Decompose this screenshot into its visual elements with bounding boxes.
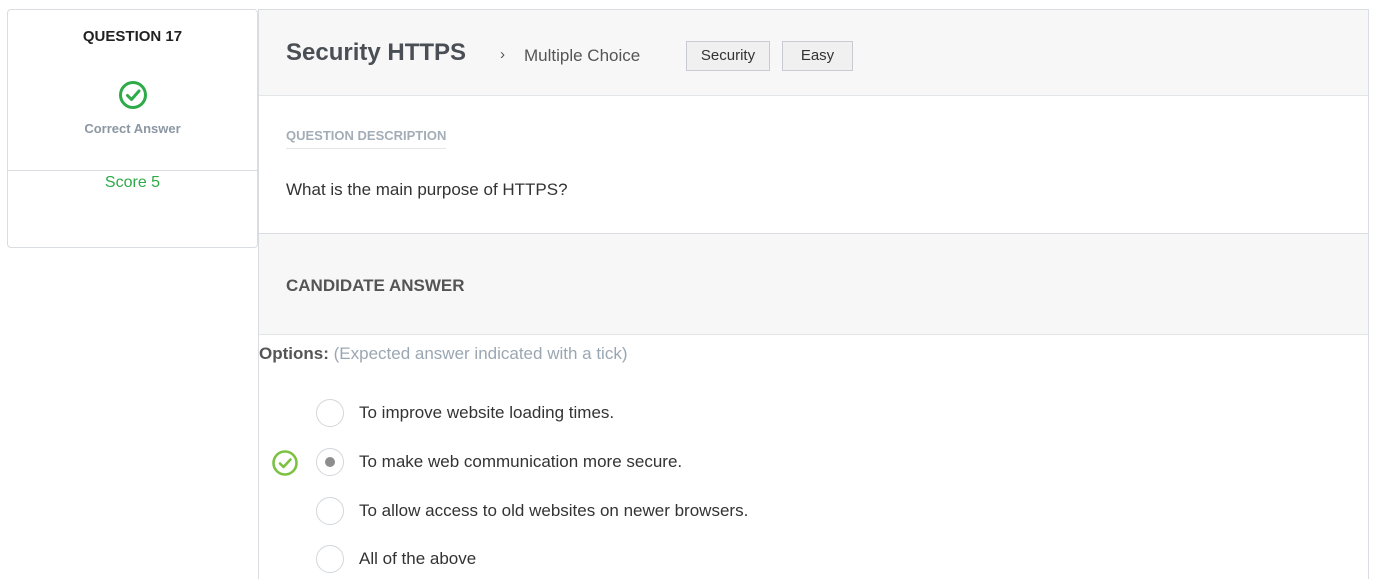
question-summary-header: QUESTION 17 Correct Answer [8, 10, 257, 171]
answer-status: Correct Answer [84, 121, 181, 136]
option-2: To make web communication more secure. [259, 445, 1359, 479]
options-hint: (Expected answer indicated with a tick) [333, 344, 628, 363]
radio-button-selected[interactable] [316, 448, 344, 476]
question-number: QUESTION 17 [82, 28, 183, 45]
question-description-section: QUESTION DESCRIPTION What is the main pu… [259, 96, 1368, 234]
options-caption: Options: (Expected answer indicated with… [259, 344, 627, 364]
check-circle-icon [272, 450, 298, 476]
question-title: Security HTTPS [286, 39, 467, 66]
radio-button[interactable] [316, 399, 344, 427]
check-circle-icon [119, 81, 147, 109]
option-text: All of the above [359, 549, 477, 568]
question-header: Security HTTPS › Multiple Choice Securit… [259, 10, 1368, 96]
tag-security: Security [686, 41, 770, 71]
radio-button[interactable] [316, 497, 344, 525]
option-text: To improve website loading times. [359, 403, 615, 422]
option-text: To allow access to old websites on newer… [359, 501, 749, 520]
question-summary-card: QUESTION 17 Correct Answer Score 5 [7, 9, 258, 248]
candidate-answer-header: CANDIDATE ANSWER [259, 234, 1368, 335]
option-1: To improve website loading times. [259, 396, 1359, 430]
description-text: What is the main purpose of HTTPS? [286, 180, 568, 199]
options-label: Options: [259, 344, 329, 363]
option-text: To make web communication more secure. [359, 452, 683, 471]
question-detail-panel: Security HTTPS › Multiple Choice Securit… [258, 9, 1369, 579]
option-3: To allow access to old websites on newer… [259, 494, 1359, 528]
tag-difficulty: Easy [782, 41, 853, 71]
chevron-right-icon: › [500, 46, 505, 63]
question-type: Multiple Choice [524, 46, 641, 65]
score-value: Score 5 [104, 174, 161, 191]
option-4: All of the above [259, 542, 1359, 576]
candidate-answer-heading: CANDIDATE ANSWER [286, 276, 465, 295]
description-heading: QUESTION DESCRIPTION [286, 128, 447, 149]
